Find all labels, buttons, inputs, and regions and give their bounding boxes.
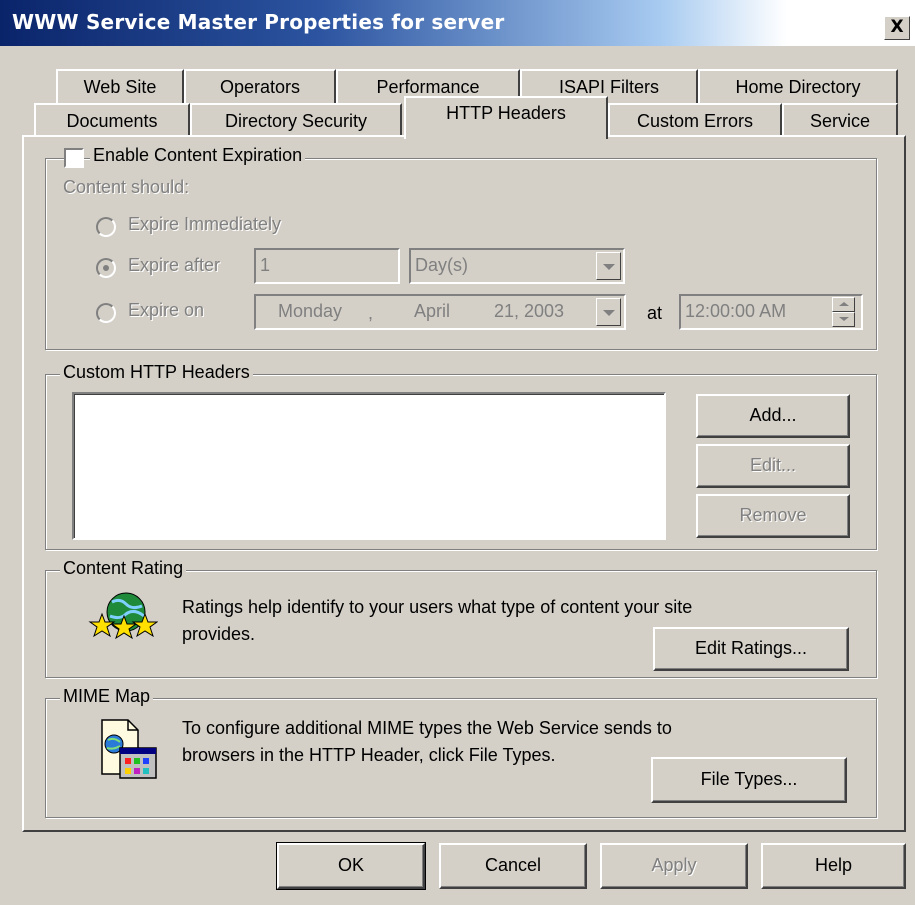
title-bar[interactable]: WWW Service Master Properties for server… (0, 0, 915, 46)
mime-map-description-line1: To configure additional MIME types the W… (182, 718, 672, 738)
tab-label: Web Site (83, 77, 157, 97)
date-dropdown-button[interactable] (596, 298, 621, 326)
time-spin-down-button[interactable] (832, 312, 855, 327)
tab-label: Directory Security (224, 111, 368, 131)
custom-http-headers-legend: Custom HTTP Headers (60, 362, 253, 383)
remove-header-button[interactable]: Remove (696, 494, 850, 538)
expire-time-input[interactable]: 12:00:00 AM (679, 294, 863, 330)
tab-label: Operators (219, 77, 301, 97)
tab-documents[interactable]: Documents (34, 103, 190, 139)
tab-directory-security[interactable]: Directory Security (190, 103, 402, 139)
apply-button[interactable]: Apply (600, 843, 748, 889)
help-button[interactable]: Help (761, 843, 906, 889)
content-rating-description-line1: Ratings help identify to your users what… (182, 597, 693, 617)
tab-label: ISAPI Filters (558, 77, 660, 97)
expire-after-unit-dropdown-button[interactable] (596, 252, 621, 280)
expire-after-value-input[interactable]: 1 (254, 248, 400, 284)
edit-ratings-button[interactable]: Edit Ratings... (653, 627, 849, 671)
chevron-down-icon (603, 310, 615, 316)
tab-web-site[interactable]: Web Site (56, 69, 184, 105)
edit-header-button[interactable]: Edit... (696, 444, 850, 488)
date-weekday: Monday (278, 301, 343, 321)
time-spin-up-button[interactable] (832, 297, 855, 312)
tab-http-headers[interactable]: HTTP Headers (404, 96, 608, 139)
tab-operators[interactable]: Operators (184, 69, 336, 105)
mime-document-icon (101, 719, 157, 779)
enable-content-expiration-label: Enable Content Expiration (90, 145, 306, 166)
expire-after-unit-value: Day(s) (415, 255, 468, 275)
expire-time-value: 12:00:00 AM (685, 301, 787, 321)
content-rating-legend: Content Rating (60, 558, 187, 579)
mime-map-description-line2: browsers in the HTTP Header, click File … (182, 745, 556, 765)
tab-custom-errors[interactable]: Custom Errors (608, 103, 782, 139)
expire-after-unit-select[interactable]: Day(s) (409, 248, 625, 284)
chevron-down-icon (603, 264, 615, 270)
expire-immediately-label: Expire Immediately (128, 214, 282, 234)
close-button[interactable]: X (884, 16, 910, 40)
expire-on-radio[interactable] (96, 303, 116, 323)
mime-map-legend: MIME Map (60, 686, 154, 707)
file-types-button[interactable]: File Types... (651, 757, 847, 803)
tab-home-directory[interactable]: Home Directory (698, 69, 898, 105)
add-header-button[interactable]: Add... (696, 394, 850, 438)
time-spinner[interactable] (832, 297, 855, 328)
expire-after-label: Expire after (128, 255, 221, 275)
globe-stars-icon (88, 592, 158, 640)
expire-after-radio[interactable] (96, 258, 116, 278)
ok-button[interactable]: OK (276, 842, 426, 890)
date-month: April (414, 301, 451, 321)
tab-label: Service (809, 111, 871, 131)
arrow-up-icon (839, 302, 849, 306)
date-day-year: 21, 2003 (494, 301, 565, 321)
cancel-button[interactable]: Cancel (439, 843, 587, 889)
content-should-label: Content should: (63, 177, 190, 197)
expire-immediately-radio[interactable] (96, 217, 116, 237)
window-title: WWW Service Master Properties for server (12, 10, 505, 34)
content-rating-description-line2: provides. (182, 624, 256, 644)
close-icon: X (890, 17, 904, 37)
tab-label: Performance (376, 77, 480, 97)
expire-on-date-picker[interactable]: Monday , April 21, 2003 (254, 294, 626, 330)
enable-content-expiration-checkbox[interactable] (64, 148, 84, 168)
date-separator: , (368, 303, 374, 323)
at-label: at (647, 303, 663, 323)
tab-service[interactable]: Service (782, 103, 898, 139)
custom-headers-list[interactable] (72, 392, 666, 540)
tab-label: Documents (66, 111, 158, 131)
expire-on-label: Expire on (128, 300, 205, 320)
arrow-down-icon (839, 317, 849, 321)
tab-label: Custom Errors (636, 111, 753, 131)
tab-label: Home Directory (735, 77, 861, 97)
radio-selected-dot (103, 265, 109, 271)
tab-label: HTTP Headers (446, 103, 566, 123)
